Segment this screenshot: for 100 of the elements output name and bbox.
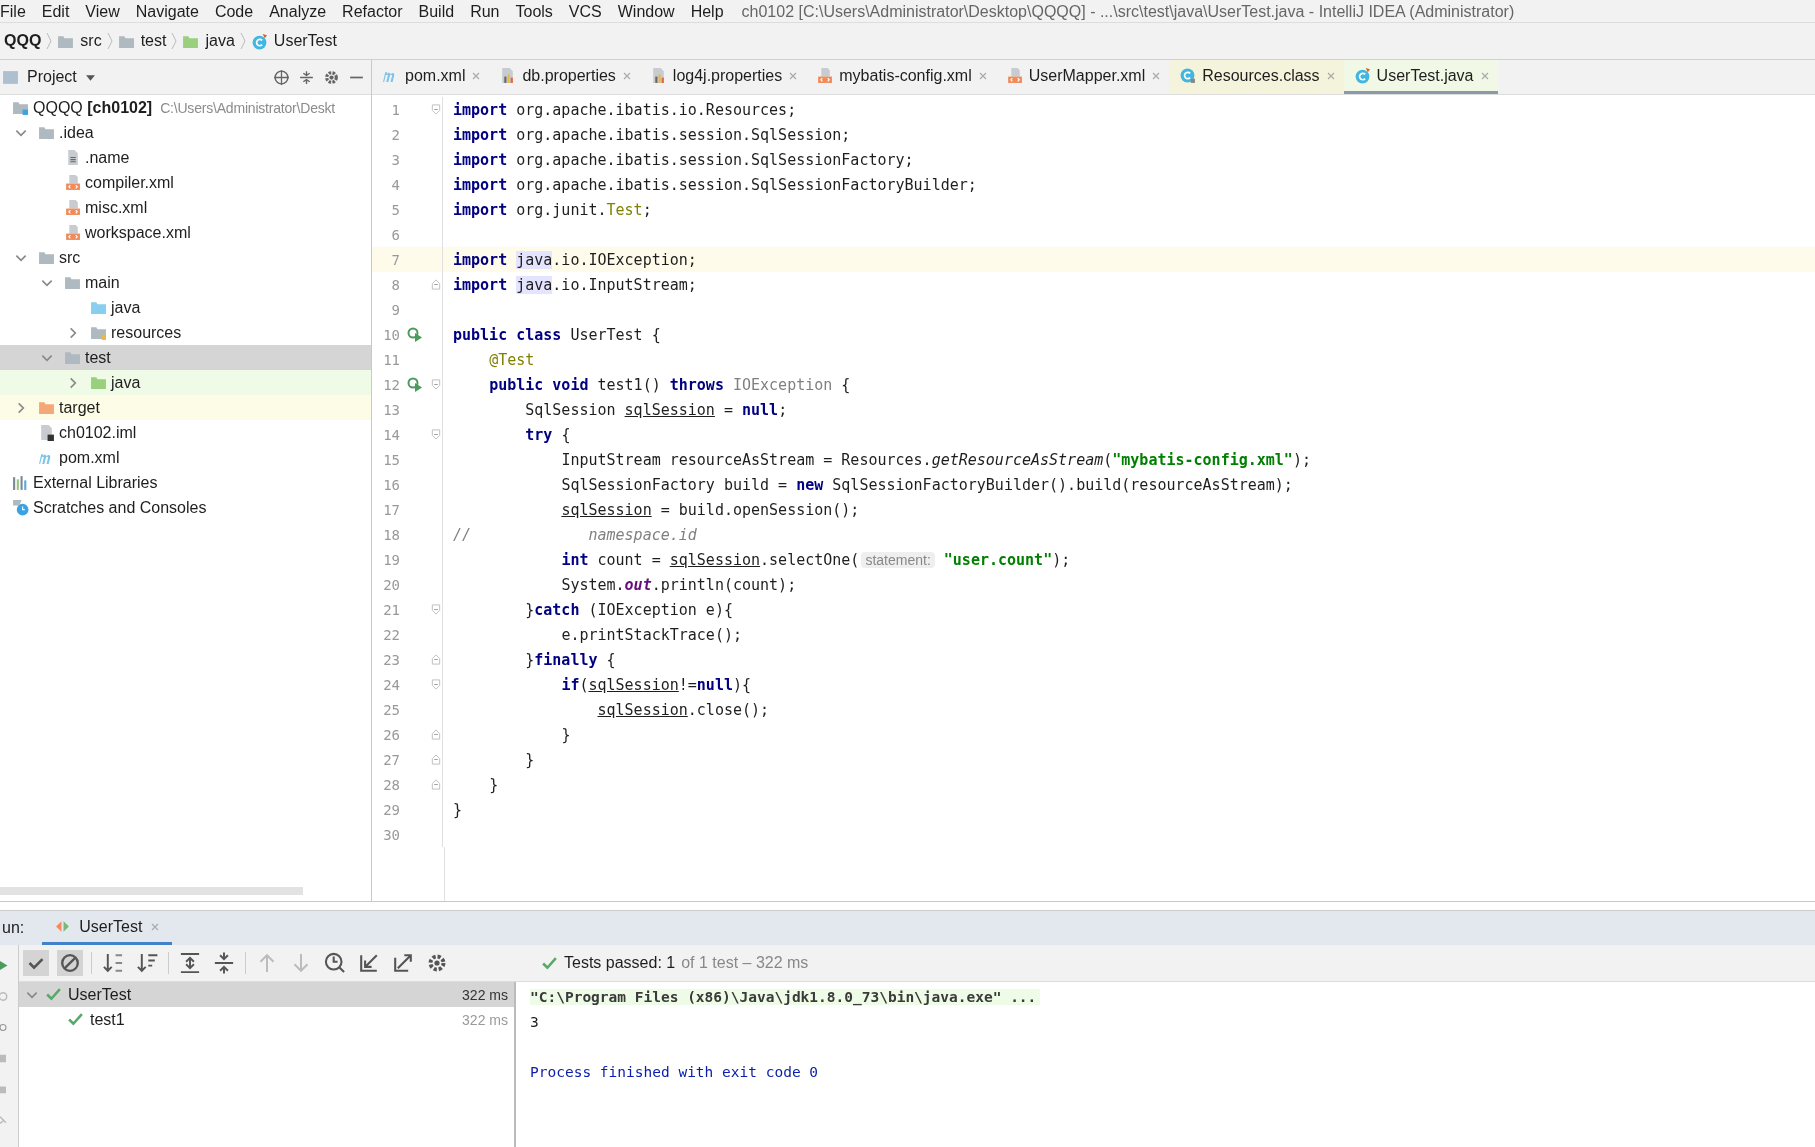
xml-file-icon	[64, 174, 81, 191]
close-icon[interactable]	[150, 921, 161, 932]
breadcrumb[interactable]: UserTest	[246, 32, 341, 50]
breadcrumb[interactable]: test	[113, 32, 171, 50]
menu-item[interactable]: View	[77, 2, 128, 22]
code-line: InputStream resourceAsStream = Resources.getResourceAsStream("mybatis-config.xml");	[560, 450, 1311, 469]
menu-item[interactable]: Run	[462, 2, 508, 22]
panel-label: un:	[2, 919, 25, 937]
libraries-icon	[12, 474, 29, 491]
tree-item[interactable]: ch0102.iml	[0, 420, 371, 445]
tree-item[interactable]: java	[0, 295, 371, 320]
fold-end-icon[interactable]	[431, 729, 441, 740]
line-number: 15	[382, 451, 400, 468]
code-line: e.printStackTrace();	[560, 625, 742, 644]
line-number: 6	[390, 226, 400, 243]
editor-tab[interactable]: Resources.class	[1169, 60, 1344, 94]
tree-item[interactable]: java	[0, 370, 371, 395]
tree-item[interactable]: QQQQ [ch0102] C:\Users\Administrator\Deskt	[0, 95, 371, 120]
tree-item[interactable]: misc.xml	[0, 195, 371, 220]
fold-start-icon[interactable]	[431, 104, 441, 115]
tree-item[interactable]: Scratches and Consoles	[0, 495, 371, 520]
tree-item[interactable]: src	[0, 245, 371, 270]
close-icon[interactable]	[1325, 70, 1336, 81]
ignored-filter-icon[interactable]	[57, 950, 83, 976]
window-title: ch0102 [C:\Users\Administrator\Desktop\QQQQ] - ...\src\test\java\UserTest.java - IntelliJ IDEA (Administrator)	[741, 2, 1515, 22]
editor-tab[interactable]: pom.xml	[372, 60, 490, 94]
menu-item[interactable]: Refactor	[334, 2, 411, 22]
line-number: 28	[382, 776, 400, 793]
close-icon[interactable]	[977, 70, 988, 81]
editor-tab[interactable]: db.properties	[489, 60, 640, 94]
breadcrumb[interactable]: java	[178, 32, 239, 50]
fold-end-icon[interactable]	[431, 754, 441, 765]
line-number: 27	[382, 751, 400, 768]
close-icon[interactable]	[621, 70, 632, 81]
folder-icon	[12, 99, 29, 116]
code-line: import org.apache.ibatis.session.SqlSessionFactoryBuilder;	[452, 175, 977, 194]
run-test-icon[interactable]	[407, 326, 423, 343]
menu-item[interactable]: Edit	[33, 2, 78, 22]
menu-item[interactable]: Navigate	[127, 2, 207, 22]
code-line: System.out.println(count);	[560, 575, 797, 594]
settings-icon[interactable]	[323, 68, 340, 86]
line-number: 16	[382, 476, 400, 493]
tree-item[interactable]: workspace.xml	[0, 220, 371, 245]
scrollbar-thumb[interactable]	[0, 887, 303, 895]
tree-item[interactable]: compiler.xml	[0, 170, 371, 195]
line-number: 10	[382, 326, 400, 343]
menu-item[interactable]: File	[0, 2, 34, 22]
tree-item[interactable]: resources	[0, 320, 371, 345]
tree-item[interactable]: main	[0, 270, 371, 295]
editor-tab[interactable]: mybatis-config.xml	[806, 60, 996, 94]
close-icon[interactable]	[1479, 70, 1490, 81]
menu-item[interactable]: Window	[609, 2, 683, 22]
editor-tab[interactable]: log4j.properties	[639, 60, 807, 94]
line-number: 30	[382, 826, 400, 843]
line-number: 21	[382, 601, 400, 618]
fold-start-icon[interactable]	[431, 379, 441, 390]
tree-item[interactable]: test	[0, 345, 371, 370]
passed-filter-icon[interactable]	[23, 950, 49, 976]
menu-item[interactable]: Code	[206, 2, 262, 22]
editor-tab[interactable]: UserMapper.xml	[995, 60, 1170, 94]
close-icon[interactable]	[1151, 70, 1162, 81]
test-tree-item[interactable]: test1 322 ms	[19, 1007, 514, 1032]
fold-end-icon[interactable]	[431, 779, 441, 790]
tree-item[interactable]: External Libraries	[0, 470, 371, 495]
console-line: 3	[530, 1013, 539, 1030]
fold-end-icon[interactable]	[431, 279, 441, 290]
fold-start-icon[interactable]	[431, 679, 441, 690]
code-line: import org.apache.ibatis.session.SqlSession;	[452, 125, 851, 144]
collapse-icon[interactable]	[298, 68, 315, 86]
fold-start-icon[interactable]	[431, 429, 441, 440]
breadcrumb[interactable]: QQQ	[0, 32, 46, 50]
code-line: import org.apache.ibatis.io.Resources;	[452, 100, 797, 119]
menu-item[interactable]: Tools	[507, 2, 561, 22]
fold-start-icon[interactable]	[431, 604, 441, 615]
close-icon[interactable]	[471, 70, 482, 81]
locate-icon[interactable]	[273, 68, 290, 86]
code-line: import java.io.IOException;	[452, 250, 697, 269]
xml-file-icon	[64, 224, 81, 241]
code-line: SqlSessionFactory build = new SqlSessionFactoryBuilder().build(resourceAsStream);	[560, 475, 1293, 494]
console-line: Process finished with exit code 0	[530, 1063, 819, 1080]
run-test-icon[interactable]	[407, 376, 423, 393]
close-icon[interactable]	[788, 70, 799, 81]
menu-item[interactable]: Help	[682, 2, 732, 22]
panel-icon	[2, 68, 19, 86]
panel-title[interactable]: Project	[27, 68, 77, 86]
menu-item[interactable]: Build	[410, 2, 463, 22]
tree-item[interactable]: pom.xml	[0, 445, 371, 470]
code-line: SqlSession sqlSession = null;	[524, 400, 788, 419]
tree-item[interactable]: .idea	[0, 120, 371, 145]
menu-item[interactable]: VCS	[560, 2, 610, 22]
breadcrumb[interactable]: src	[53, 32, 106, 50]
fold-end-icon[interactable]	[431, 654, 441, 665]
history-icon[interactable]	[322, 950, 348, 976]
line-number: 9	[390, 301, 400, 318]
menu-item[interactable]: Analyze	[261, 2, 335, 22]
editor-tab[interactable]: UserTest.java	[1343, 60, 1498, 94]
tree-item[interactable]: .name	[0, 145, 371, 170]
status-text: Tests passed: 1	[564, 954, 676, 972]
test-tree-item[interactable]: UserTest 322 ms	[19, 982, 514, 1007]
tree-item[interactable]: target	[0, 395, 371, 420]
